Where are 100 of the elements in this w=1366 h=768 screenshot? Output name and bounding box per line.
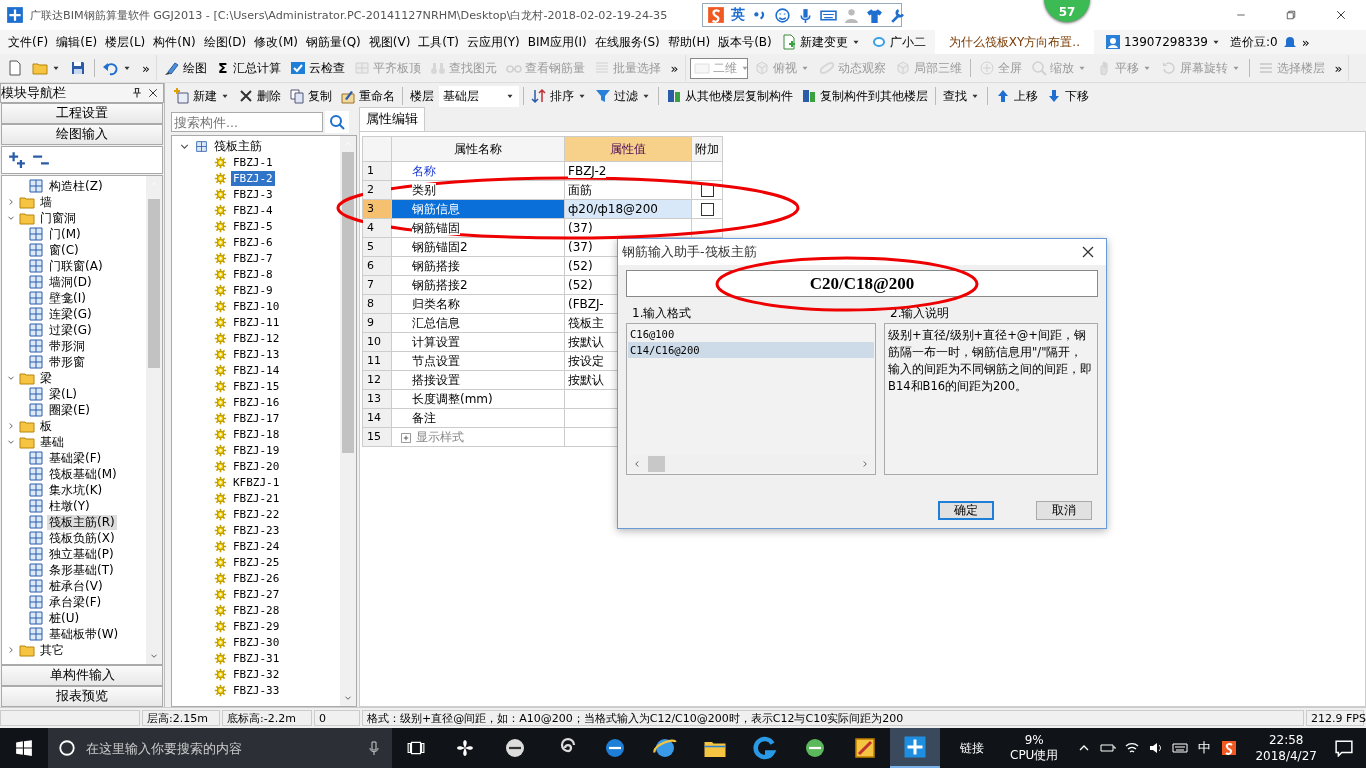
toolbar-button[interactable]: 重命名	[337, 85, 398, 107]
overflow-button[interactable]: »	[138, 60, 154, 76]
clock-time[interactable]: 22:58	[1268, 732, 1304, 748]
floor-dropdown[interactable]: 基础层	[439, 85, 519, 107]
toolbar-button[interactable]: 过滤	[592, 85, 654, 107]
tree-item[interactable]: 柱墩(Y)	[47, 498, 92, 514]
component-item[interactable]: FBZJ-3	[231, 186, 275, 202]
component-item[interactable]: FBZJ-17	[231, 410, 282, 426]
component-item[interactable]: FBZJ-15	[231, 378, 282, 394]
dialog-button[interactable]: 取消	[1036, 501, 1092, 520]
component-item[interactable]: FBZJ-21	[231, 490, 282, 506]
menu-item[interactable]: 编辑(E)	[52, 33, 102, 51]
assistant-button[interactable]: 广小二	[865, 33, 931, 51]
folder-item[interactable]: 基础	[38, 434, 66, 450]
search-box[interactable]: 在这里输入你要搜索的内容	[48, 728, 392, 768]
clock-date[interactable]: 2018/4/27	[1255, 748, 1317, 764]
tree-item[interactable]: 筏板基础(M)	[47, 466, 119, 482]
tab[interactable]: 属性编辑	[359, 107, 425, 131]
component-item[interactable]: FBZJ-28	[231, 602, 282, 618]
tree-item[interactable]: 筏板主筋(R)	[47, 514, 117, 530]
component-item[interactable]: FBZJ-2	[231, 170, 275, 186]
component-item[interactable]: FBZJ-19	[231, 442, 282, 458]
component-item[interactable]: FBZJ-14	[231, 362, 282, 378]
tree-item[interactable]: 圈梁(E)	[47, 402, 92, 418]
tree-item[interactable]: 基础板带(W)	[47, 626, 121, 642]
toolbar-button[interactable]: Σ 汇总计算	[212, 57, 284, 79]
column-header[interactable]: 附加	[691, 136, 723, 162]
tree-item[interactable]: 基础梁(F)	[47, 450, 104, 466]
tree-item[interactable]: 筏板主筋	[212, 138, 264, 154]
column-header[interactable]: 属性名称	[391, 136, 565, 162]
tree-item[interactable]: 带形窗	[47, 354, 87, 370]
component-item[interactable]: FBZJ-10	[231, 298, 282, 314]
tree-item[interactable]: 独立基础(P)	[47, 546, 116, 562]
overflow-button[interactable]: »	[1297, 34, 1366, 50]
menu-item[interactable]: 版本号(B)	[714, 33, 776, 51]
scrollbar-thumb[interactable]	[342, 152, 354, 454]
section-button[interactable]: 工程设置	[1, 103, 163, 124]
scrollbar-thumb[interactable]	[148, 198, 160, 368]
menu-item[interactable]: 云应用(Y)	[463, 33, 524, 51]
toolbar-button[interactable]: 查找	[940, 85, 983, 107]
tree-item[interactable]: 门(M)	[47, 226, 83, 242]
component-item[interactable]: FBZJ-16	[231, 394, 282, 410]
component-item[interactable]: FBZJ-27	[231, 586, 282, 602]
links-toolbar[interactable]: 链接	[940, 739, 996, 757]
overflow-button[interactable]: »	[666, 60, 683, 76]
component-item[interactable]: FBZJ-7	[231, 250, 275, 266]
menu-item[interactable]: 构件(N)	[149, 33, 200, 51]
checkbox[interactable]	[700, 203, 714, 216]
list-item[interactable]: C16@100	[628, 326, 874, 342]
toolbar-button[interactable]: 排序	[528, 85, 590, 107]
section-button[interactable]: 报表预览	[1, 686, 163, 707]
ime-mode-button[interactable]: 英	[731, 6, 745, 24]
toolbar-button[interactable]: 复制	[286, 85, 335, 107]
scrollbar[interactable]	[340, 136, 356, 706]
component-item[interactable]: FBZJ-26	[231, 570, 282, 586]
tree-item[interactable]: 桩(U)	[47, 610, 82, 626]
tree-item[interactable]: 门联窗(A)	[47, 258, 105, 274]
section-button[interactable]: 单构件输入	[1, 665, 163, 686]
new-change-button[interactable]: 新建变更	[775, 33, 866, 51]
overflow-button[interactable]: »	[1330, 60, 1347, 76]
component-item[interactable]: FBZJ-29	[231, 618, 282, 634]
list-item[interactable]: C14/C16@200	[628, 342, 874, 358]
menu-item[interactable]: 绘图(D)	[199, 33, 251, 51]
search-input[interactable]: 在这里输入你要搜索的内容	[84, 739, 358, 757]
component-item[interactable]: FBZJ-25	[231, 554, 282, 570]
tree-item[interactable]: 筏板负筋(X)	[47, 530, 117, 546]
toolbar-button[interactable]: 新建	[171, 85, 233, 107]
folder-item[interactable]: 其它	[38, 642, 66, 658]
tree-item[interactable]: 构造柱(Z)	[47, 178, 105, 194]
menu-item[interactable]: 修改(M)	[250, 33, 302, 51]
news-tab[interactable]: 为什么筏板XY方向布置..	[934, 29, 1094, 55]
component-item[interactable]: FBZJ-22	[231, 506, 282, 522]
menu-item[interactable]: 帮助(H)	[663, 33, 715, 51]
tree-item[interactable]: 墙洞(D)	[47, 274, 94, 290]
component-item[interactable]: FBZJ-12	[231, 330, 282, 346]
tree-item[interactable]: 窗(C)	[47, 242, 81, 258]
component-item[interactable]: FBZJ-5	[231, 218, 275, 234]
search-button[interactable]	[325, 111, 349, 133]
tree-item[interactable]: 条形基础(T)	[47, 562, 116, 578]
ime-indicator[interactable]: 中	[1192, 739, 1218, 757]
component-item[interactable]: FBZJ-32	[231, 666, 282, 682]
taskbar-app[interactable]	[890, 728, 940, 768]
component-item[interactable]: FBZJ-33	[231, 682, 282, 698]
dialog-button[interactable]: 确定	[938, 501, 994, 520]
toolbar-button[interactable]: 上移	[992, 85, 1041, 107]
tree-item[interactable]: 梁(L)	[47, 386, 80, 402]
toolbar-button[interactable]: 复制构件到其他楼层	[798, 85, 931, 107]
tree-item[interactable]: 壁龛(I)	[47, 290, 88, 306]
component-item[interactable]: FBZJ-6	[231, 234, 275, 250]
component-item[interactable]: FBZJ-4	[231, 202, 275, 218]
menu-item[interactable]: 钢筋量(Q)	[301, 33, 365, 51]
menu-item[interactable]: 楼层(L)	[101, 33, 150, 51]
tree-item[interactable]: 桩承台(V)	[47, 578, 105, 594]
account-button[interactable]: 13907298339	[1099, 34, 1226, 50]
component-item[interactable]: FBZJ-30	[231, 634, 282, 650]
tree-item[interactable]: 带形洞	[47, 338, 87, 354]
column-header[interactable]: 属性值	[564, 136, 692, 162]
menu-item[interactable]: 工具(T)	[414, 33, 464, 51]
component-item[interactable]: FBZJ-23	[231, 522, 282, 538]
folder-item[interactable]: 梁	[38, 370, 54, 386]
